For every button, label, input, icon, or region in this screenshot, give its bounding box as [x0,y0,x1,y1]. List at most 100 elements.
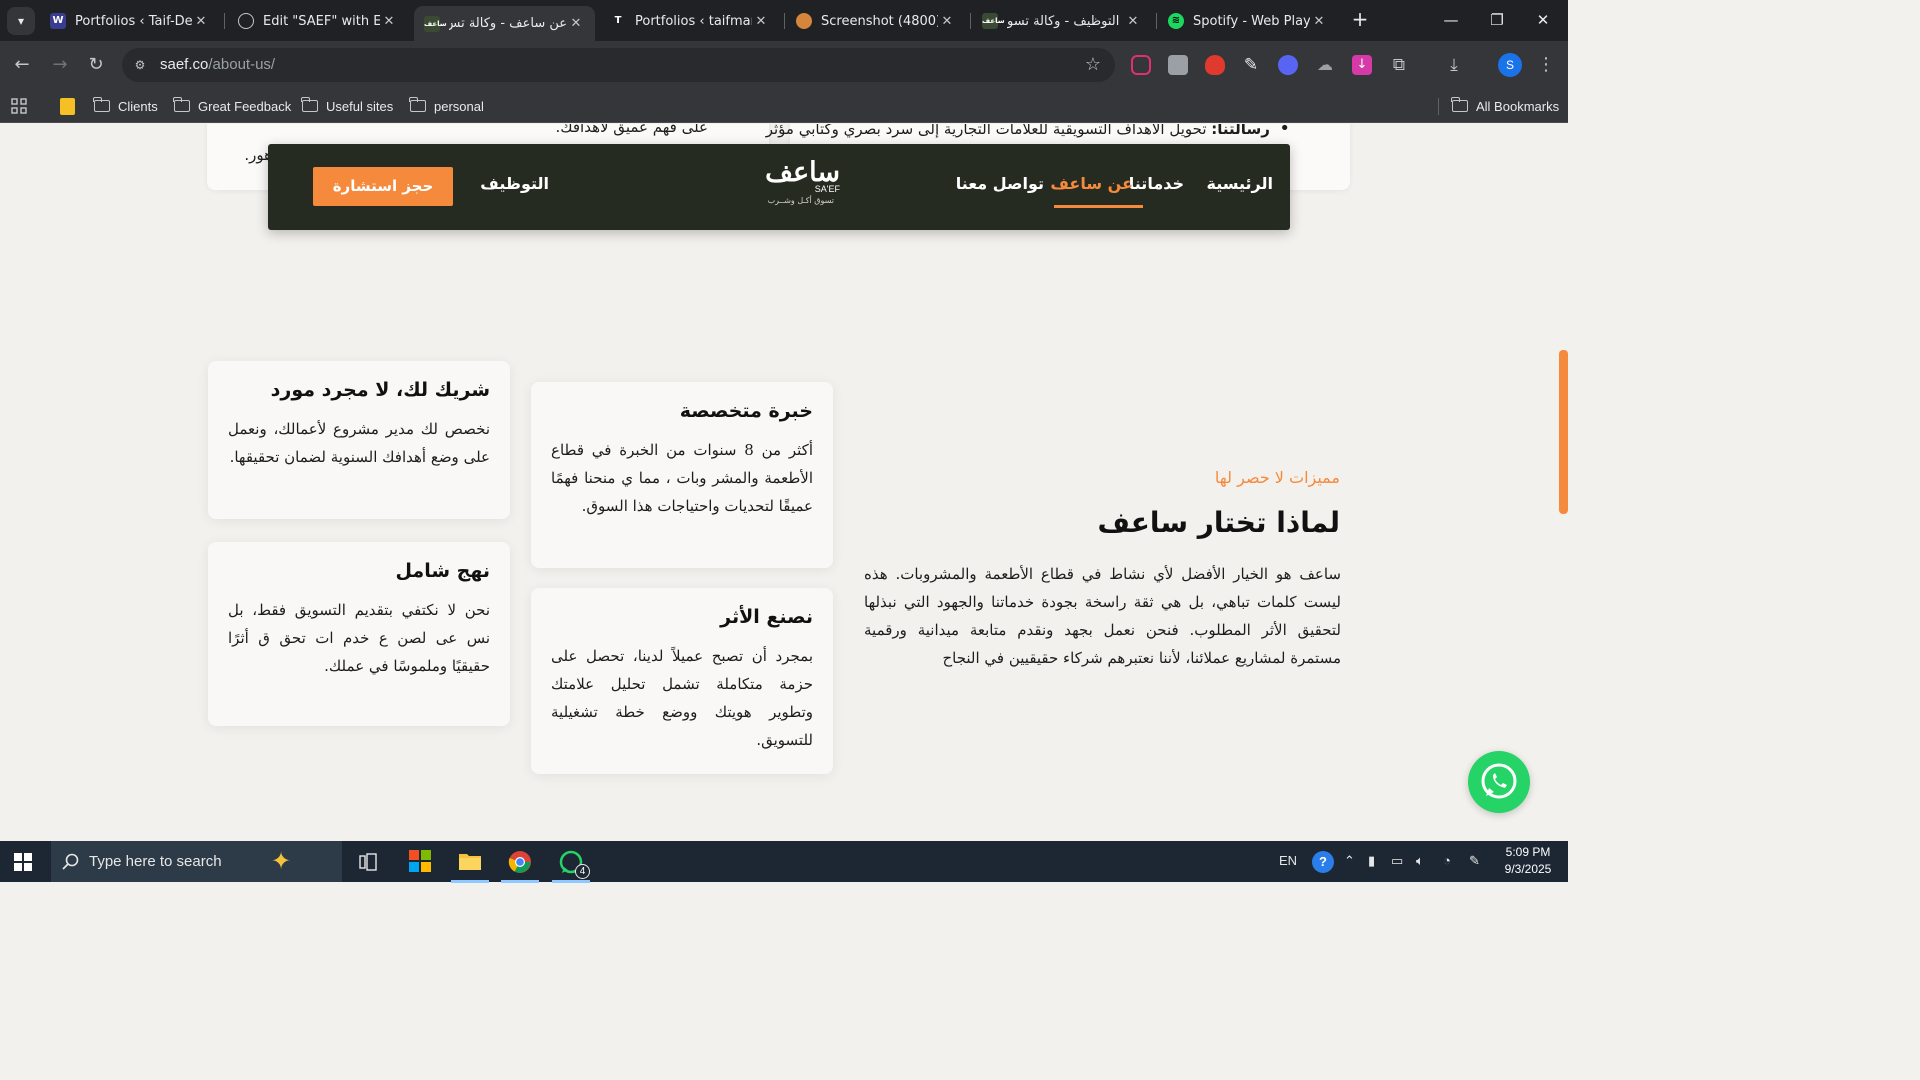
bookmark-star-icon[interactable]: ☆ [1085,54,1101,75]
site-settings-icon[interactable]: ⚙ [132,57,148,73]
page-scrollbar[interactable] [1559,124,1568,841]
tab-title: Spotify - Web Player [1193,13,1310,29]
url-host: saef.co [160,56,209,73]
bookmark-folder-personal[interactable]: personal [409,95,484,117]
feature-card-impact: نصنع الأثر بمجرد أن تصبح عميلاً لدينا، ت… [531,588,833,774]
close-icon[interactable]: ✕ [567,16,585,31]
task-view-icon[interactable] [345,845,391,879]
close-icon[interactable]: ✕ [1310,14,1328,29]
nav-contact[interactable]: تواصل معنا [956,174,1044,193]
saef-favicon: ساعف [982,13,1005,29]
nav-active-underline [1054,205,1143,208]
close-icon[interactable]: ✕ [192,14,210,29]
nav-careers[interactable]: التوظيف [480,174,549,193]
card-title: نهج شامل [395,560,490,582]
nav-about[interactable]: عن ساعف [1050,174,1133,193]
globe-icon [238,13,254,29]
minimize-button[interactable]: — [1428,0,1474,40]
tab-careers-saef[interactable]: ساعف التوظيف - وكالة تسو ✕ [972,6,1152,36]
language-indicator[interactable]: EN [1279,853,1297,868]
previous-card-text: على فهم عميق لأهدافك. [555,124,708,136]
logo-tagline: تسوق أكـل وشــرب [767,196,834,205]
book-consultation-button[interactable]: حجز استشارة [313,167,453,206]
camera-extension-icon[interactable] [1168,55,1188,75]
card-body: نحن لا نكتفي بتقديم التسويق فقط، بل نس ع… [228,601,490,675]
search-icon [62,853,79,870]
bookmark-folder-useful-sites[interactable]: Useful sites [301,95,394,117]
chevron-up-icon[interactable]: ⌃ [1344,853,1355,869]
download-extension-icon[interactable]: ↓ [1352,55,1372,75]
card-title: نصنع الأثر [720,606,813,628]
nav-home[interactable]: الرئيسية [1207,174,1274,193]
tab-title: التوظيف - وكالة تسو [1007,13,1120,29]
clock-time: 5:09 PM [1505,845,1551,859]
folder-icon [1451,97,1468,112]
microsoft-store-icon[interactable] [397,845,443,879]
bookmark-folder-clients[interactable]: Clients [93,95,158,117]
cloud-extension-icon[interactable]: ☁ [1315,55,1335,75]
taskbar-search[interactable]: Type here to search ✦ [51,841,342,882]
whatsapp-taskbar-icon[interactable]: 4 [548,845,594,883]
tab-search-button[interactable]: ▾ [7,7,35,35]
close-icon[interactable]: ✕ [1124,14,1142,29]
close-icon[interactable]: ✕ [380,14,398,29]
usb-icon[interactable]: ▮ [1368,853,1375,869]
chrome-menu-icon[interactable]: ⋮ [1534,53,1558,77]
tab-portfolios-taifmarket[interactable]: T Portfolios ‹ taifmarke ✕ [600,6,780,36]
browser-toolbar: ← → ↻ ⚙ saef.co/about-us/ ☆ ✎ ☁ ↓ ⧉ ⤓ S … [0,41,1568,89]
copilot-sparkle-icon: ✦ [271,847,292,875]
file-explorer-icon[interactable] [447,845,493,883]
scrollbar-thumb[interactable] [1559,350,1568,514]
restore-button[interactable]: ❐ [1474,0,1520,40]
saef-favicon: ساعف [424,15,447,32]
network-icon[interactable]: ◔ [1443,853,1451,868]
apps-grid-icon[interactable] [11,95,27,117]
extensions-puzzle-icon[interactable]: ⧉ [1389,55,1409,75]
battery-icon[interactable]: ▭ [1391,853,1403,869]
bookmark-label: Useful sites [326,98,394,114]
keep-bookmark-icon[interactable] [60,95,75,117]
bookmark-folder-great-feedback[interactable]: Great Feedback [173,95,291,117]
discord-extension-icon[interactable] [1278,55,1298,75]
tab-portfolios-taif-dev[interactable]: W Portfolios ‹ Taif-Dev ✕ [40,6,220,36]
saef-logo[interactable]: ساعف SA'EF تسوق أكـل وشــرب [744,157,840,212]
downloads-icon[interactable]: ⤓ [1444,55,1464,75]
mission-label: رسالتنا: [1211,124,1270,138]
tab-title: عن ساعف - وكالة تس [449,16,567,31]
system-clock[interactable]: 5:09 PM 9/3/2025 [1492,844,1564,878]
help-icon[interactable]: ? [1312,851,1334,873]
tab-about-saef[interactable]: ساعف عن ساعف - وكالة تس ✕ [414,6,595,41]
chrome-taskbar-icon[interactable] [497,845,543,883]
bookmarks-bar: Clients Great Feedback Useful sites pers… [0,89,1568,123]
whatsapp-chat-button[interactable] [1468,751,1530,813]
instagram-extension-icon[interactable] [1131,55,1151,75]
tab-edit-saef-elementor[interactable]: Edit "SAEF" with Elem ✕ [228,6,408,36]
tab-spotify[interactable]: ≋ Spotify - Web Player ✕ [1158,6,1338,36]
bullet: • [1279,124,1290,139]
new-tab-button[interactable]: + [1348,8,1372,32]
all-bookmarks-button[interactable]: All Bookmarks [1451,95,1559,117]
tab-divider [1156,13,1157,29]
windows-start-icon[interactable] [14,853,32,871]
folder-icon [93,97,110,112]
reload-button[interactable]: ↻ [84,53,108,77]
mission-line: • رسالتنا: تحويل الأهداف التسويقية للعلا… [766,124,1290,139]
forward-button[interactable]: → [48,53,72,77]
pen-icon[interactable]: ✎ [1469,853,1480,869]
nav-services[interactable]: خدماتنا [1129,174,1184,193]
close-icon[interactable]: ✕ [938,14,956,29]
close-window-button[interactable]: ✕ [1520,0,1566,40]
logo-latin: SA'EF [814,184,840,194]
tab-screenshot[interactable]: Screenshot (4800).pn ✕ [786,6,966,36]
red-extension-icon[interactable] [1205,55,1225,75]
address-bar[interactable]: ⚙ saef.co/about-us/ ☆ [122,48,1115,82]
feature-card-expertise: خبرة متخصصة أكثر من 8 سنوات من الخبرة في… [531,382,833,568]
color-picker-extension-icon[interactable]: ✎ [1241,55,1261,75]
back-button[interactable]: ← [10,53,34,77]
tab-divider [784,13,785,29]
url-path: /about-us/ [208,56,276,73]
volume-icon[interactable]: 🔈︎ [1416,853,1424,869]
feature-card-partner: شريك لك، لا مجرد مورد نخصص لك مدير مشروع… [208,361,510,519]
profile-avatar[interactable]: S [1498,53,1522,77]
close-icon[interactable]: ✕ [752,14,770,29]
